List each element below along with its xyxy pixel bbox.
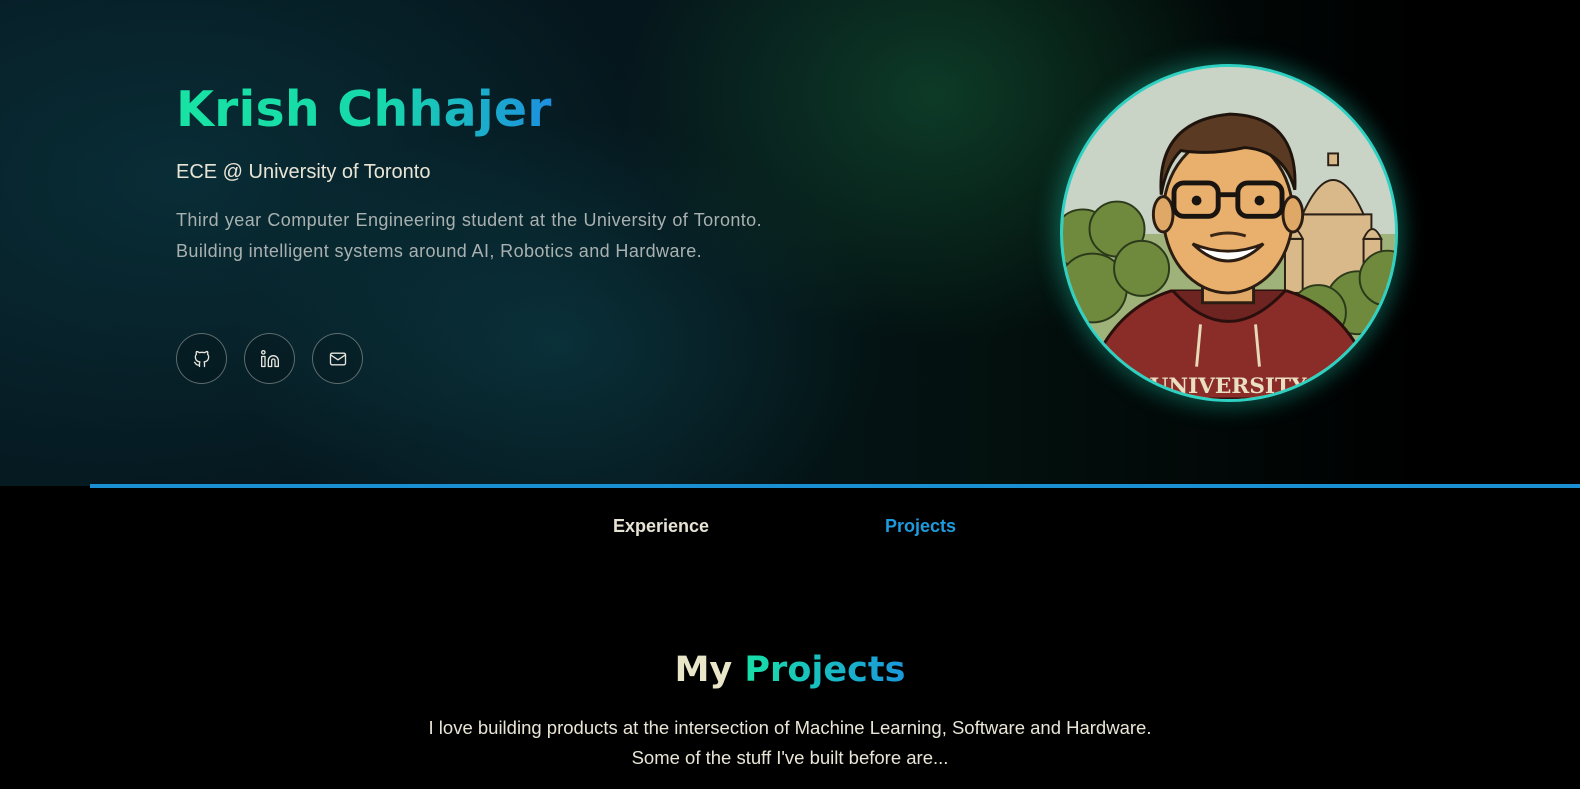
hero-subtitle: ECE @ University of Toronto bbox=[176, 161, 431, 183]
email-link[interactable] bbox=[312, 333, 363, 384]
hero-bio: Third year Computer Engineering student … bbox=[176, 210, 762, 261]
tab-projects[interactable]: Projects bbox=[885, 516, 956, 537]
linkedin-icon bbox=[260, 349, 279, 367]
avatar: UNIVERSITY bbox=[1060, 64, 1398, 402]
linkedin-link[interactable] bbox=[244, 333, 295, 384]
tab-experience[interactable]: Experience bbox=[613, 516, 709, 537]
mail-icon bbox=[329, 352, 346, 365]
svg-text:UNIVERSITY: UNIVERSITY bbox=[1150, 374, 1308, 399]
projects-heading-highlight: Projects bbox=[744, 650, 906, 690]
avatar-illustration: UNIVERSITY bbox=[1063, 67, 1395, 399]
hero-section: Krish Chhajer ECE @ University of Toront… bbox=[0, 0, 1580, 486]
section-divider bbox=[90, 484, 1580, 488]
social-links bbox=[176, 333, 363, 384]
hero-name: Krish Chhajer bbox=[176, 78, 552, 142]
page: Krish Chhajer ECE @ University of Toront… bbox=[0, 0, 1580, 789]
projects-heading-prefix: My bbox=[674, 650, 733, 690]
projects-description-line-1: I love building products at the intersec… bbox=[428, 717, 1152, 738]
github-link[interactable] bbox=[176, 333, 227, 384]
projects-description-line-2: Some of the stuff I've built before are.… bbox=[631, 747, 949, 768]
projects-description: I love building products at the intersec… bbox=[0, 713, 1580, 773]
github-icon bbox=[193, 350, 209, 367]
projects-heading: My Projects bbox=[0, 650, 1580, 690]
